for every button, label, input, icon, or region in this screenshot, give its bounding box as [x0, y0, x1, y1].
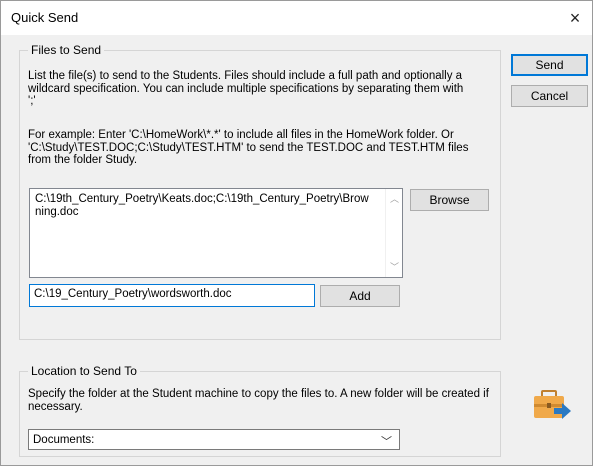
scroll-down-arrow-icon[interactable]: ﹀	[390, 263, 399, 272]
location-select[interactable]: Documents: ﹀	[28, 429, 400, 450]
files-group-title: Files to Send	[28, 43, 105, 57]
add-file-input[interactable]: C:\19_Century_Poetry\wordsworth.doc	[29, 284, 315, 307]
briefcase-send-icon	[532, 389, 576, 423]
file-list-scrollbar[interactable]: ︿ ﹀	[385, 189, 402, 277]
title-bar: Quick Send ×	[1, 1, 592, 35]
cancel-button[interactable]: Cancel	[511, 85, 588, 107]
chevron-down-icon[interactable]: ﹀	[381, 433, 392, 449]
add-button[interactable]: Add	[320, 285, 400, 307]
scroll-up-arrow-icon[interactable]: ︿	[390, 195, 399, 204]
send-button[interactable]: Send	[511, 54, 588, 76]
location-select-value: Documents:	[33, 434, 95, 446]
file-list-value: C:\19th_Century_Poetry\Keats.doc;C:\19th…	[35, 193, 369, 218]
close-icon[interactable]: ×	[558, 1, 592, 35]
location-group-title: Location to Send To	[28, 364, 140, 378]
window-title: Quick Send	[11, 10, 79, 25]
browse-button[interactable]: Browse	[410, 189, 489, 211]
location-instructions: Specify the folder at the Student machin…	[28, 388, 489, 413]
files-instructions: List the file(s) to send to the Students…	[28, 70, 464, 107]
files-example: For example: Enter 'C:\HomeWork\*.*' to …	[28, 129, 469, 166]
file-list-box[interactable]: C:\19th_Century_Poetry\Keats.doc;C:\19th…	[29, 188, 403, 278]
quick-send-dialog: Quick Send × Files to Send List the file…	[0, 0, 593, 466]
